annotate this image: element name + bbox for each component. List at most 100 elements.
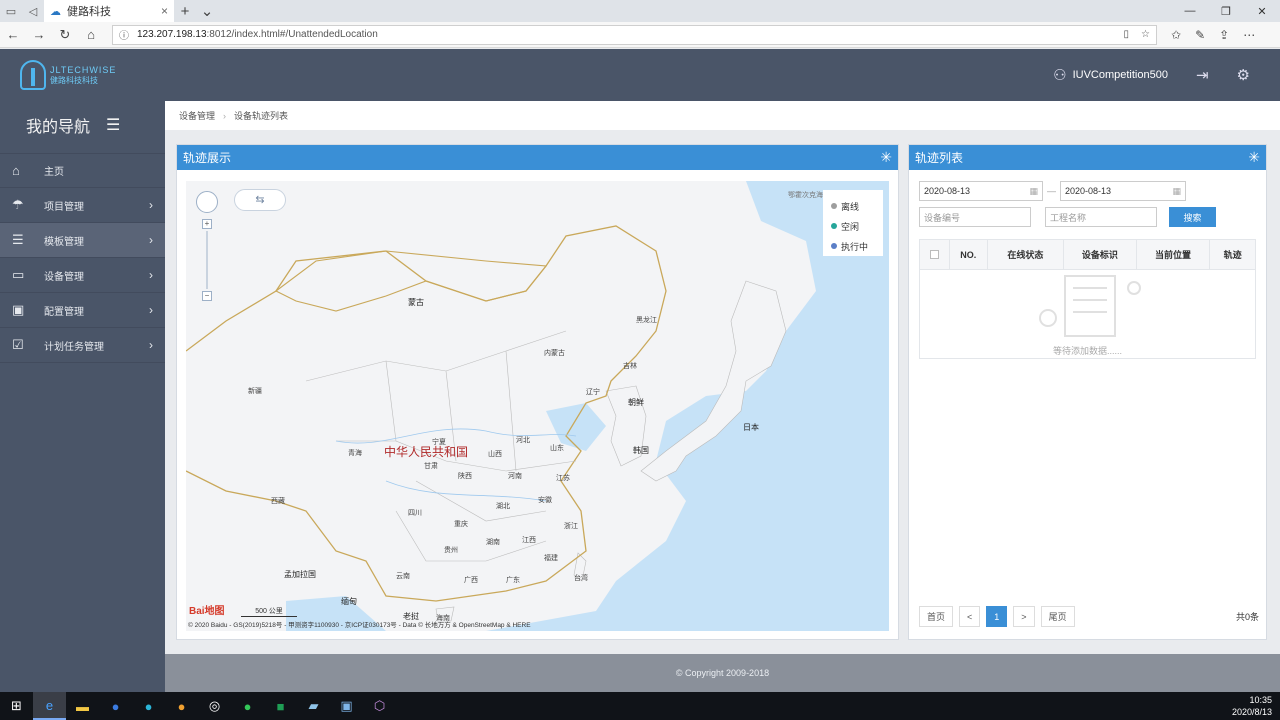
map-label: 浙江 (564, 523, 578, 530)
column-header-no[interactable]: NO. (950, 240, 988, 269)
breadcrumb: 设备管理 › 设备轨迹列表 (165, 101, 1280, 130)
select-all-checkbox[interactable] (929, 250, 939, 259)
url-input[interactable]: ⓘ 123.207.198.13:8012/index.html#/Unatte… (112, 24, 1157, 45)
legend-item-offline: 离线 (831, 196, 875, 216)
nav-title-text: 我的导航 (26, 119, 91, 136)
map-label: 甘肃 (424, 463, 438, 470)
chevron-right-icon: › (149, 303, 153, 317)
map-label: 河南 (508, 473, 522, 480)
search-button[interactable]: 搜索 (1169, 207, 1216, 227)
map-label: 山东 (550, 445, 564, 452)
hamburger-menu-icon[interactable]: ☰ (106, 115, 120, 135)
minimize-button[interactable]: — (1172, 5, 1208, 18)
logout-icon[interactable]: ⇥ (1196, 66, 1209, 84)
breadcrumb-parent[interactable]: 设备管理 (179, 109, 215, 122)
calendar-icon: ▦ (1029, 185, 1038, 196)
sidebar-item-template[interactable]: ☰ 模板管理 › (0, 223, 165, 258)
legend-dot (831, 223, 837, 229)
edge-browser-icon[interactable]: e (33, 692, 66, 720)
project-name-input[interactable]: 工程名称 (1045, 207, 1157, 227)
column-header-trajectory[interactable]: 轨迹 (1210, 240, 1255, 269)
legend-dot (831, 243, 837, 249)
username: IUVCompetition500 (1072, 69, 1168, 81)
favorite-star-icon[interactable]: ☆ (1141, 29, 1150, 40)
sidebar-item-label: 计划任务管理 (44, 341, 104, 353)
sidebar-item-device[interactable]: ▭ 设备管理 › (0, 258, 165, 293)
map-label: 日本 (743, 423, 759, 432)
tab-preview-icon[interactable]: ▭ (0, 0, 22, 22)
legend-item-running: 执行中 (831, 236, 875, 256)
app-window-icon[interactable]: ▣ (330, 692, 363, 720)
share-icon[interactable]: ⇪ (1219, 28, 1229, 42)
sidebar-item-config[interactable]: ▣ 配置管理 › (0, 293, 165, 328)
next-page-button[interactable]: > (1013, 606, 1035, 627)
close-tab-icon[interactable]: × (161, 4, 168, 18)
new-tab-button[interactable]: + (174, 3, 196, 20)
map-panel-title: 轨迹展示 (183, 151, 232, 165)
zoom-in-button[interactable]: + (202, 219, 212, 229)
device-number-input[interactable]: 设备编号 (919, 207, 1031, 227)
refresh-button[interactable]: ↻ (52, 27, 78, 43)
date-from-input[interactable]: 2020-08-13 ▦ (919, 181, 1043, 201)
nav-title: 我的导航 ☰ (0, 101, 165, 149)
app-l-icon[interactable]: ● (99, 692, 132, 720)
last-page-button[interactable]: 尾页 (1040, 606, 1075, 627)
page-button-current[interactable]: 1 (986, 606, 1008, 627)
map-label: 朝鲜 (628, 398, 644, 407)
taskbar-clock[interactable]: 10:35 2020/8/13 (1232, 694, 1280, 718)
first-page-button[interactable]: 首页 (919, 606, 954, 627)
logo-mark-icon (20, 60, 46, 90)
app-e-icon[interactable]: ● (132, 692, 165, 720)
column-header-status[interactable]: 在线状态 (988, 240, 1065, 269)
date-range-separator: — (1047, 186, 1056, 196)
tab-aside-icon[interactable]: ◁ (22, 0, 44, 22)
app-cube-icon[interactable]: ⬡ (363, 692, 396, 720)
excel-icon[interactable]: ■ (264, 692, 297, 720)
favorites-icon[interactable]: ✩ (1171, 28, 1181, 42)
table-header: NO. 在线状态 设备标识 当前位置 轨迹 (920, 240, 1255, 270)
map[interactable]: ⇆ + − 鄂霍次克海 离线 空闲 执行中 蒙古 中华人民共和国 朝鲜 韩国 日… (186, 181, 889, 631)
close-window-button[interactable]: ✕ (1244, 5, 1280, 18)
tab-list-chevron-icon[interactable]: ⌄ (196, 2, 218, 20)
back-button[interactable]: ← (0, 27, 26, 42)
chevron-right-icon: › (149, 338, 153, 352)
file-explorer-icon[interactable]: ▬ (66, 692, 99, 720)
clock-date: 2020/8/13 (1231, 707, 1272, 717)
map-label: 西藏 (271, 498, 285, 505)
pen-icon[interactable]: ✎ (1195, 28, 1205, 42)
browser-tab[interactable]: ☁ 健路科技 × (44, 0, 174, 22)
column-header-device-id[interactable]: 设备标识 (1064, 240, 1137, 269)
gear-icon[interactable]: ⚙ (1237, 66, 1250, 84)
app-sphere-icon[interactable]: ◎ (198, 692, 231, 720)
wechat-icon[interactable]: ● (231, 692, 264, 720)
map-label: 韩国 (633, 446, 649, 455)
loading-spinner-icon: ✳ (880, 149, 892, 165)
sidebar-item-label: 配置管理 (44, 306, 84, 318)
project-name-placeholder: 工程名称 (1050, 212, 1087, 223)
sidebar-item-label: 主页 (44, 167, 64, 178)
maximize-button[interactable]: ❐ (1208, 5, 1244, 18)
windows-start-icon[interactable]: ⊞ (0, 692, 33, 720)
prev-page-button[interactable]: < (959, 606, 981, 627)
forward-button[interactable]: → (26, 27, 52, 42)
filters: 2020-08-13 ▦ — 2020-08-13 ▦ 设备编号 工程名称 搜索 (919, 181, 1259, 233)
column-header-location[interactable]: 当前位置 (1137, 240, 1211, 269)
zoom-slider[interactable] (206, 231, 208, 289)
sidebar-item-home[interactable]: ⌂ 主页 (0, 153, 165, 188)
date-to-input[interactable]: 2020-08-13 ▦ (1060, 181, 1186, 201)
reading-view-icon[interactable]: ▯ (1124, 29, 1130, 40)
baidu-logo[interactable]: Bai地图 (189, 602, 225, 617)
url-host: 123.207.198.13 (137, 29, 207, 40)
sidebar-item-task[interactable]: ☑ 计划任务管理 › (0, 328, 165, 363)
home-button[interactable]: ⌂ (78, 27, 104, 42)
user-menu[interactable]: ⚇ IUVCompetition500 (1053, 66, 1168, 84)
map-switch-control[interactable]: ⇆ (234, 189, 286, 211)
notepad-icon[interactable]: ▰ (297, 692, 330, 720)
map-label: 贵州 (444, 547, 458, 554)
sidebar-item-project[interactable]: ☂ 项目管理 › (0, 188, 165, 223)
zoom-out-button[interactable]: − (202, 291, 212, 301)
app-fox-icon[interactable]: ● (165, 692, 198, 720)
more-icon[interactable]: ⋯ (1243, 28, 1255, 42)
map-pan-control[interactable] (196, 191, 218, 213)
chevron-right-icon: › (149, 198, 153, 212)
